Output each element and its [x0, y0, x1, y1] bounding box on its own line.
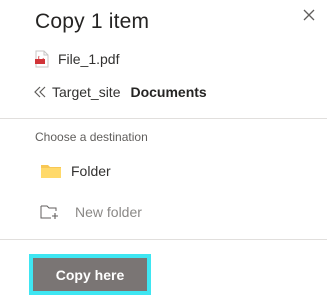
divider	[0, 118, 327, 119]
close-icon[interactable]	[298, 4, 320, 26]
destination-folder-item[interactable]: Folder	[35, 160, 295, 182]
breadcrumb: Target_site Documents	[33, 83, 207, 101]
new-folder-icon	[40, 205, 58, 219]
double-chevron-left-icon[interactable]	[33, 85, 47, 99]
copy-dialog: Copy 1 item File_1.pdf Target_site Docum…	[0, 0, 327, 302]
copy-button-highlight: Copy here	[29, 254, 151, 295]
folder-icon	[41, 165, 61, 178]
dialog-title: Copy 1 item	[35, 10, 150, 33]
new-folder-label: New folder	[75, 204, 142, 220]
file-name: File_1.pdf	[58, 51, 120, 67]
new-folder-item[interactable]: New folder	[35, 201, 295, 223]
pdf-file-icon	[35, 50, 49, 68]
copy-here-button[interactable]: Copy here	[33, 258, 147, 291]
destination-label: Choose a destination	[35, 130, 148, 144]
breadcrumb-current: Documents	[130, 84, 207, 100]
folder-label: Folder	[71, 163, 111, 179]
breadcrumb-parent[interactable]: Target_site	[52, 84, 120, 100]
divider	[0, 239, 327, 240]
selected-file: File_1.pdf	[35, 49, 119, 69]
